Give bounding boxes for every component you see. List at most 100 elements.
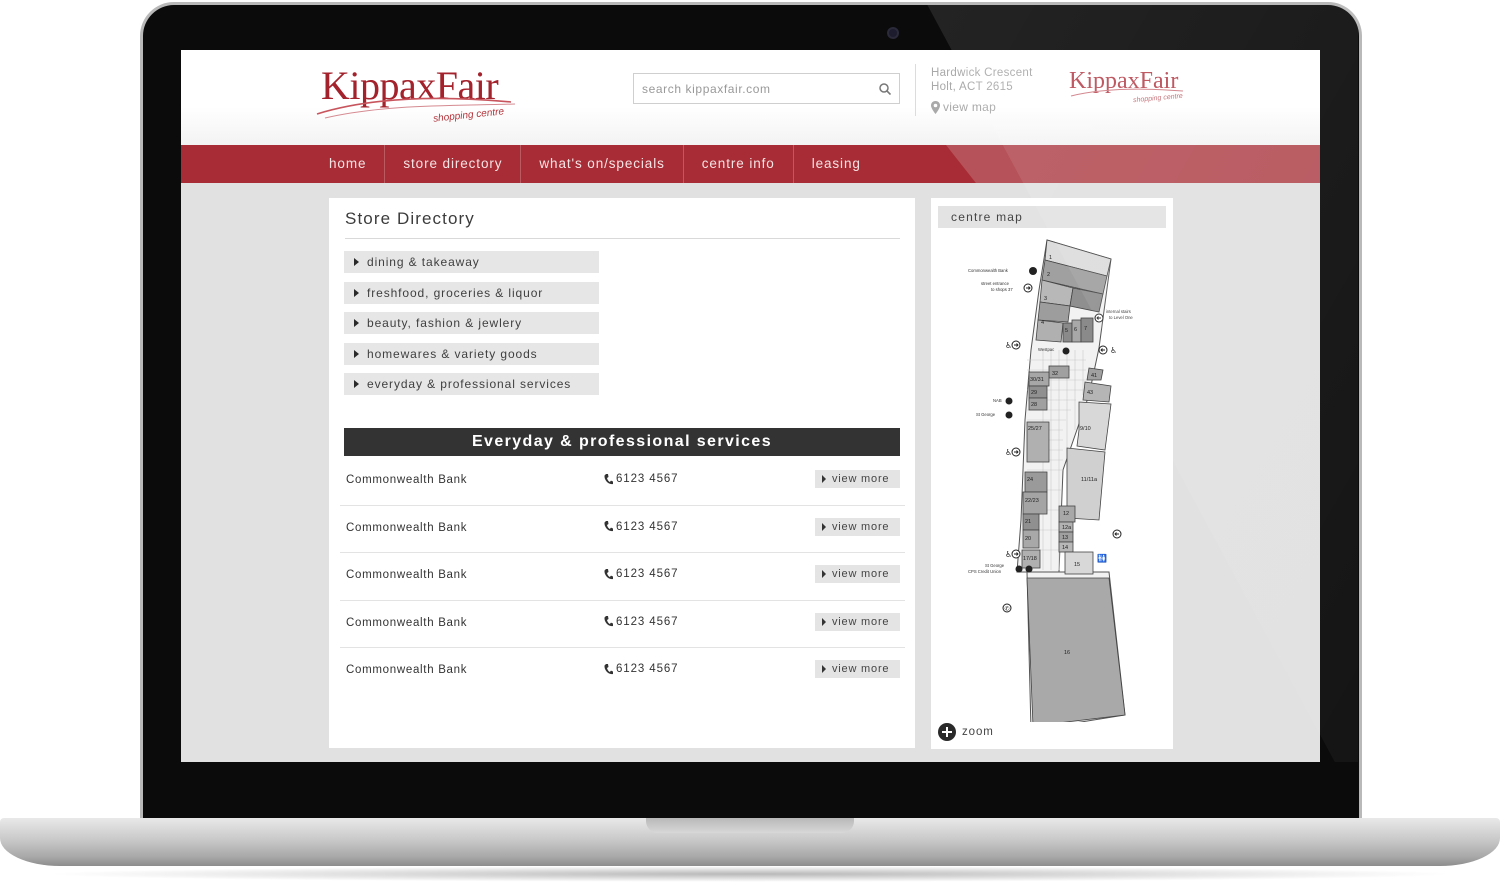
view-more-button[interactable]: view more [815, 565, 900, 584]
map-label: NAB [993, 398, 1002, 403]
store-phone: 6123 4567 [604, 521, 678, 533]
shop-number: 29 [1031, 390, 1037, 396]
atm-marker-icon [1062, 347, 1070, 355]
view-more-button[interactable]: view more [815, 517, 900, 536]
shop-number: 17/18 [1023, 556, 1037, 562]
shop-number: 7 [1084, 326, 1087, 332]
shop-number: 16 [1064, 650, 1070, 656]
phone-number: 6123 4567 [616, 663, 679, 676]
shop-number: 20 [1025, 536, 1031, 542]
shop-number: 15 [1074, 562, 1080, 568]
zoom-button[interactable]: zoom [938, 723, 994, 741]
view-more-button[interactable]: view more [815, 470, 900, 488]
shop-number: 13 [1062, 535, 1068, 541]
category-services[interactable]: everyday & professional services [344, 373, 599, 395]
store-list: Commonwealth Bank 6123 4567 view more Co… [340, 458, 905, 696]
nav-item-centre-info[interactable]: centre info [684, 145, 794, 183]
category-homewares[interactable]: homewares & variety goods [344, 342, 599, 365]
view-more-label: view more [832, 473, 890, 485]
phone-icon [604, 521, 613, 532]
nav-item-leasing[interactable]: leasing [794, 145, 879, 183]
phone-number: 6123 4567 [616, 520, 679, 533]
title-divider [345, 238, 900, 239]
category-list: dining & takeaway freshfood, groceries &… [344, 251, 599, 404]
store-name: Commonwealth Bank [346, 664, 468, 677]
shop-number: 12 [1063, 511, 1069, 517]
shop-number: 41 [1091, 373, 1097, 379]
accessible-icon: ♿ [1005, 448, 1012, 457]
view-more-label: view more [832, 520, 890, 533]
category-label: dining & takeaway [367, 255, 480, 269]
atm-marker-icon [1005, 411, 1013, 419]
kippaxfair-logo-small: KippaxFair shopping centre [1069, 68, 1189, 113]
caret-right-icon [354, 258, 359, 266]
category-freshfood[interactable]: freshfood, groceries & liquor [344, 281, 599, 304]
nav-item-home[interactable]: home [311, 145, 386, 183]
phone-icon [604, 663, 613, 675]
view-more-button[interactable]: view more [815, 660, 900, 679]
caret-right-icon [354, 319, 359, 327]
shop-number: 30/31 [1030, 377, 1044, 383]
toilets-icon: 🚻 [1097, 553, 1107, 563]
view-map-label: view map [943, 100, 997, 114]
search-input[interactable] [642, 80, 867, 98]
phone-number: 6123 4567 [616, 568, 679, 581]
view-more-label: view more [832, 568, 890, 581]
map-label: internal stairs [1106, 309, 1131, 314]
camera-icon [887, 27, 899, 39]
nav-sheen [946, 145, 1320, 183]
caret-right-icon [822, 617, 826, 626]
atm-marker-icon [1025, 565, 1033, 573]
address-line-2: Holt, ACT 2615 [931, 81, 1013, 93]
shop-number: 9/10 [1080, 426, 1091, 432]
search-box [633, 73, 900, 104]
kippaxfair-logo[interactable]: KippaxFair shopping centre [316, 62, 521, 132]
plus-icon [938, 723, 956, 741]
map-label: street entrance [981, 281, 1010, 286]
header-divider [915, 64, 916, 116]
phone-number: 6123 4567 [616, 615, 679, 628]
nav-items: home store directory what's on/specials … [311, 145, 879, 183]
atm-marker-icon [1015, 565, 1023, 573]
centre-map-panel: centre map 1 2 3 4 5 6 7 32 30/31 29 28 … [931, 198, 1173, 749]
table-row: Commonwealth Bank 6123 4567 view more [340, 506, 905, 554]
atm-marker-icon [1029, 267, 1037, 275]
zoom-label: zoom [962, 726, 994, 738]
search-icon[interactable] [879, 83, 891, 95]
map-label: Commonwealth Bank [968, 268, 1009, 273]
table-row: Commonwealth Bank 6123 4567 view more [340, 601, 905, 649]
view-map-link[interactable]: view map [931, 100, 996, 114]
store-phone: 6123 4567 [604, 568, 678, 580]
map-label: St George [976, 412, 996, 417]
caret-right-icon [822, 475, 826, 483]
category-dining[interactable]: dining & takeaway [344, 251, 599, 273]
phone-icon [604, 568, 613, 579]
nav-item-store-directory[interactable]: store directory [385, 145, 522, 183]
shop-number: 1 [1049, 255, 1052, 261]
accessible-icon: ♿ [1110, 346, 1117, 355]
store-name: Commonwealth Bank [346, 569, 468, 582]
store-name: Commonwealth Bank [346, 521, 468, 534]
table-row: Commonwealth Bank 6123 4567 view more [340, 553, 905, 601]
shop-number: 43 [1087, 390, 1093, 396]
shop-number: 12a [1062, 525, 1072, 531]
table-row: Commonwealth Bank 6123 4567 view more [340, 648, 905, 696]
category-beauty[interactable]: beauty, fashion & jewlery [344, 312, 599, 334]
shop-number: 6 [1074, 327, 1077, 333]
main-nav: home store directory what's on/specials … [181, 145, 1320, 183]
section-header: Everyday & professional services [344, 428, 900, 456]
map-label: to Level One [1109, 315, 1133, 320]
category-label: beauty, fashion & jewlery [367, 316, 523, 330]
shop-number: 2 [1047, 272, 1050, 278]
centre-floor-map[interactable]: 1 2 3 4 5 6 7 32 30/31 29 28 25/27 24 22… [931, 232, 1173, 722]
shop-number: 5 [1065, 328, 1068, 334]
shop-number: 14 [1062, 545, 1068, 551]
shop-number: 11/11a [1081, 477, 1098, 483]
view-more-button[interactable]: view more [815, 612, 900, 631]
page-title: Store Directory [345, 209, 475, 228]
category-label: homewares & variety goods [367, 346, 538, 361]
accessible-icon: ♿ [1005, 341, 1012, 350]
laptop-shadow [40, 866, 1460, 882]
table-row: Commonwealth Bank 6123 4567 view more [340, 458, 905, 506]
nav-item-whats-on[interactable]: what's on/specials [521, 145, 684, 183]
